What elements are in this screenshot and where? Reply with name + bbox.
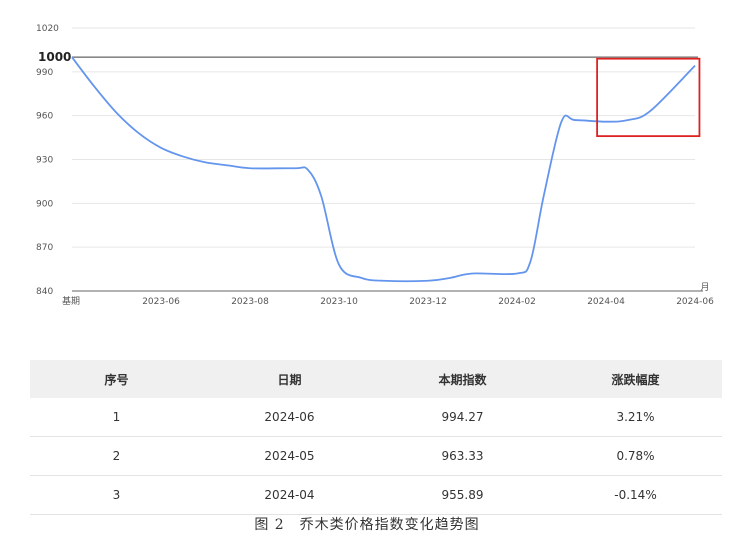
cell-date: 2024-05	[203, 436, 376, 476]
table-row: 1 2024-06 994.27 3.21%	[30, 398, 722, 437]
cell-date: 2024-04	[203, 475, 376, 515]
cell-change: -0.14%	[549, 475, 722, 515]
x-tick-label: 2023-10	[320, 297, 358, 307]
cell-value: 994.27	[376, 398, 549, 437]
highlight-box	[596, 57, 701, 138]
cell-index: 3	[30, 475, 203, 515]
x-tick-label: 2023-08	[231, 297, 269, 307]
y-tick-label: 930	[36, 156, 53, 166]
x-unit-label: 月	[700, 282, 709, 293]
line-chart: 840 870 900 930 960 990 1020 基期 2023-06 2023-08 20…	[36, 24, 714, 307]
highlight-layer	[596, 57, 701, 138]
y-tick-label: 870	[36, 243, 53, 253]
header-value: 本期指数	[376, 360, 549, 398]
table-row: 2 2024-05 963.33 0.78%	[30, 436, 722, 476]
header-change: 涨跌幅度	[549, 360, 722, 398]
cell-value: 963.33	[376, 436, 549, 476]
x-tick-label: 基期	[62, 295, 80, 307]
chart-panel: 840 870 900 930 960 990 1020 基期 2023-06 2023-08 20…	[0, 0, 734, 515]
header-index: 序号	[30, 360, 203, 398]
y-tick-label: 990	[36, 68, 53, 78]
x-tick-label: 2024-04	[587, 297, 625, 307]
y-tick-label: 900	[36, 199, 53, 209]
cell-date: 2024-06	[203, 398, 376, 437]
y-tick-label: 1020	[36, 24, 59, 34]
x-tick-label: 2024-06	[676, 297, 714, 307]
reference-label: 1000	[38, 50, 71, 64]
header-date: 日期	[203, 360, 376, 398]
x-tick-label: 2024-02	[498, 297, 536, 307]
x-tick-label: 2023-06	[142, 297, 180, 307]
grid-layer	[72, 27, 703, 292]
index-table: 序号 日期 本期指数 涨跌幅度 1 2024-06 994.27 3.21% 2…	[30, 360, 722, 515]
table-row: 3 2024-04 955.89 -0.14%	[30, 475, 722, 515]
cell-value: 955.89	[376, 475, 549, 515]
tick-label-layer: 840 870 900 930 960 990 1020 基期 2023-06 2023-08 20…	[36, 24, 714, 307]
cell-change: 3.21%	[549, 398, 722, 437]
x-tick-label: 2023-12	[409, 297, 447, 307]
cell-index: 1	[30, 398, 203, 437]
cell-change: 0.78%	[549, 436, 722, 476]
y-tick-label: 960	[36, 112, 53, 122]
figure-caption: 图 2 乔木类价格指数变化趋势图	[254, 517, 480, 533]
y-tick-label: 840	[36, 287, 53, 297]
cell-index: 2	[30, 436, 203, 476]
table-header-row: 序号 日期 本期指数 涨跌幅度	[30, 360, 722, 398]
